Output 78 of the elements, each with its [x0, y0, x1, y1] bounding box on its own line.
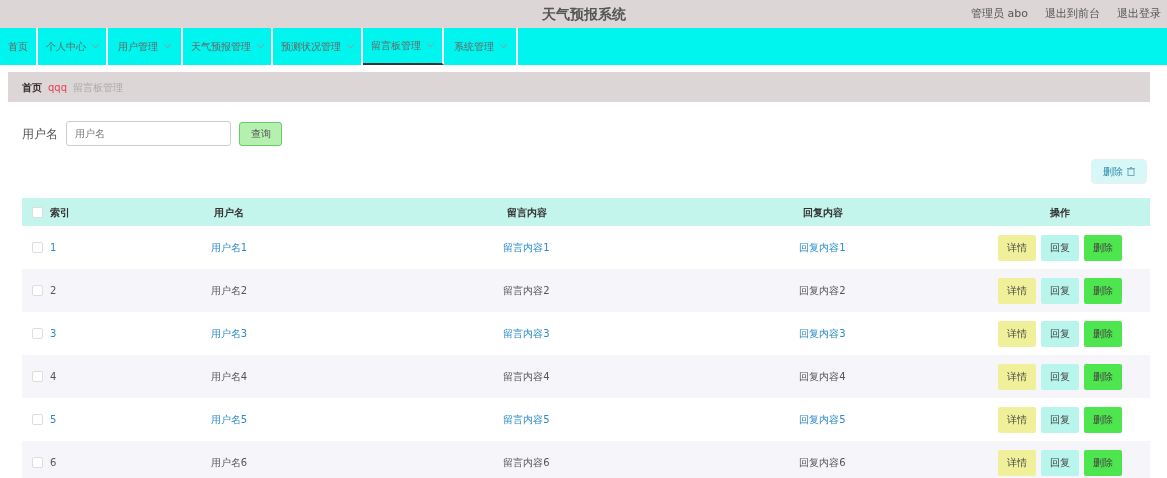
detail-button[interactable]: 详情 [998, 320, 1036, 347]
row-checkbox[interactable] [32, 242, 43, 253]
table-cell[interactable]: 回复内容5 [799, 414, 846, 425]
column-header: 用户名 [213, 205, 245, 220]
trash-icon [1127, 167, 1135, 176]
table-cell: 用户名2 [210, 285, 248, 296]
breadcrumb-home[interactable]: 首页 [22, 79, 42, 95]
breadcrumb-separator: qqq [48, 80, 68, 95]
table-cell[interactable]: 用户名5 [210, 414, 248, 425]
table-cell: 留言内容2 [503, 285, 550, 296]
table-cell: 回复内容6 [799, 457, 846, 468]
column-header: 操作 [1049, 205, 1071, 220]
table-cell: 6 [50, 457, 57, 468]
reply-button[interactable]: 回复 [1041, 234, 1079, 261]
app-title: 天气预报系统 [541, 4, 626, 24]
header-link[interactable]: 退出到前台 [1045, 5, 1100, 23]
detail-button[interactable]: 详情 [998, 363, 1036, 390]
search-label: 用户名 [22, 125, 58, 143]
row-checkbox[interactable] [32, 328, 43, 339]
table-cell[interactable]: 回复内容3 [799, 328, 846, 339]
nav-tab[interactable]: 留言板管理 [363, 28, 444, 65]
nav-tab[interactable]: 预测状况管理 [273, 28, 363, 65]
caret-icon [164, 44, 171, 49]
reply-button[interactable]: 回复 [1041, 363, 1079, 390]
delete-button[interactable]: 删除 [1084, 320, 1122, 347]
detail-button[interactable]: 详情 [998, 449, 1036, 476]
caret-icon [427, 43, 434, 48]
table-cell: 留言内容4 [503, 371, 550, 382]
delete-button[interactable]: 删除 [1091, 159, 1147, 184]
delete-button[interactable]: 删除 [1084, 234, 1122, 261]
table-cell[interactable]: 留言内容3 [503, 328, 550, 339]
nav-tab[interactable]: 首页 [0, 28, 38, 65]
table-cell[interactable]: 回复内容1 [799, 242, 846, 253]
row-checkbox[interactable] [32, 285, 43, 296]
column-header: 回复内容 [801, 205, 844, 220]
reply-button[interactable]: 回复 [1041, 277, 1079, 304]
detail-button[interactable]: 详情 [998, 277, 1036, 304]
nav-tab[interactable]: 个人中心 [38, 28, 108, 65]
caret-icon [91, 44, 99, 49]
delete-button[interactable]: 删除 [1084, 277, 1122, 304]
row-checkbox[interactable] [32, 457, 43, 468]
caret-icon [256, 44, 264, 49]
column-header: 索引 [50, 205, 71, 220]
nav-tab[interactable]: 天气预报管理 [183, 28, 273, 65]
search-field[interactable]: 用户名 [66, 121, 231, 146]
nav-tab[interactable]: 用户管理 [108, 28, 183, 65]
table-cell: 4 [50, 371, 57, 382]
delete-button[interactable]: 删除 [1084, 449, 1122, 476]
column-header: 留言内容 [505, 205, 548, 220]
nav-tab[interactable]: 系统管理 [444, 28, 518, 65]
reply-button[interactable]: 回复 [1041, 320, 1079, 347]
select-all-checkbox[interactable] [32, 206, 43, 218]
table-cell[interactable]: 用户名3 [210, 328, 248, 339]
header-link[interactable]: 退出登录 [1117, 5, 1161, 23]
row-checkbox[interactable] [32, 414, 43, 425]
table-cell[interactable]: 留言内容1 [503, 242, 550, 253]
table-cell[interactable]: 3 [50, 328, 57, 339]
caret-icon [499, 44, 507, 49]
table-cell[interactable]: 留言内容5 [503, 414, 550, 425]
table-cell: 用户名6 [210, 457, 248, 468]
row-checkbox[interactable] [32, 371, 43, 382]
table-cell: 回复内容4 [799, 371, 846, 382]
reply-button[interactable]: 回复 [1041, 449, 1079, 476]
detail-button[interactable]: 详情 [998, 406, 1036, 433]
table-cell: 用户名4 [210, 371, 248, 382]
table-cell[interactable]: 1 [50, 242, 57, 253]
search-button[interactable]: 查询 [239, 121, 282, 146]
delete-button[interactable]: 删除 [1084, 363, 1122, 390]
table-cell: 2 [50, 285, 57, 296]
reply-button[interactable]: 回复 [1041, 406, 1079, 433]
delete-button[interactable]: 删除 [1084, 406, 1122, 433]
table-cell[interactable]: 用户名1 [210, 242, 248, 253]
table-cell: 留言内容6 [503, 457, 550, 468]
caret-icon [346, 44, 354, 49]
table-cell[interactable]: 5 [50, 414, 57, 425]
detail-button[interactable]: 详情 [998, 234, 1036, 261]
user-link[interactable]: 管理员 abo [971, 5, 1028, 23]
table-cell: 回复内容2 [799, 285, 846, 296]
